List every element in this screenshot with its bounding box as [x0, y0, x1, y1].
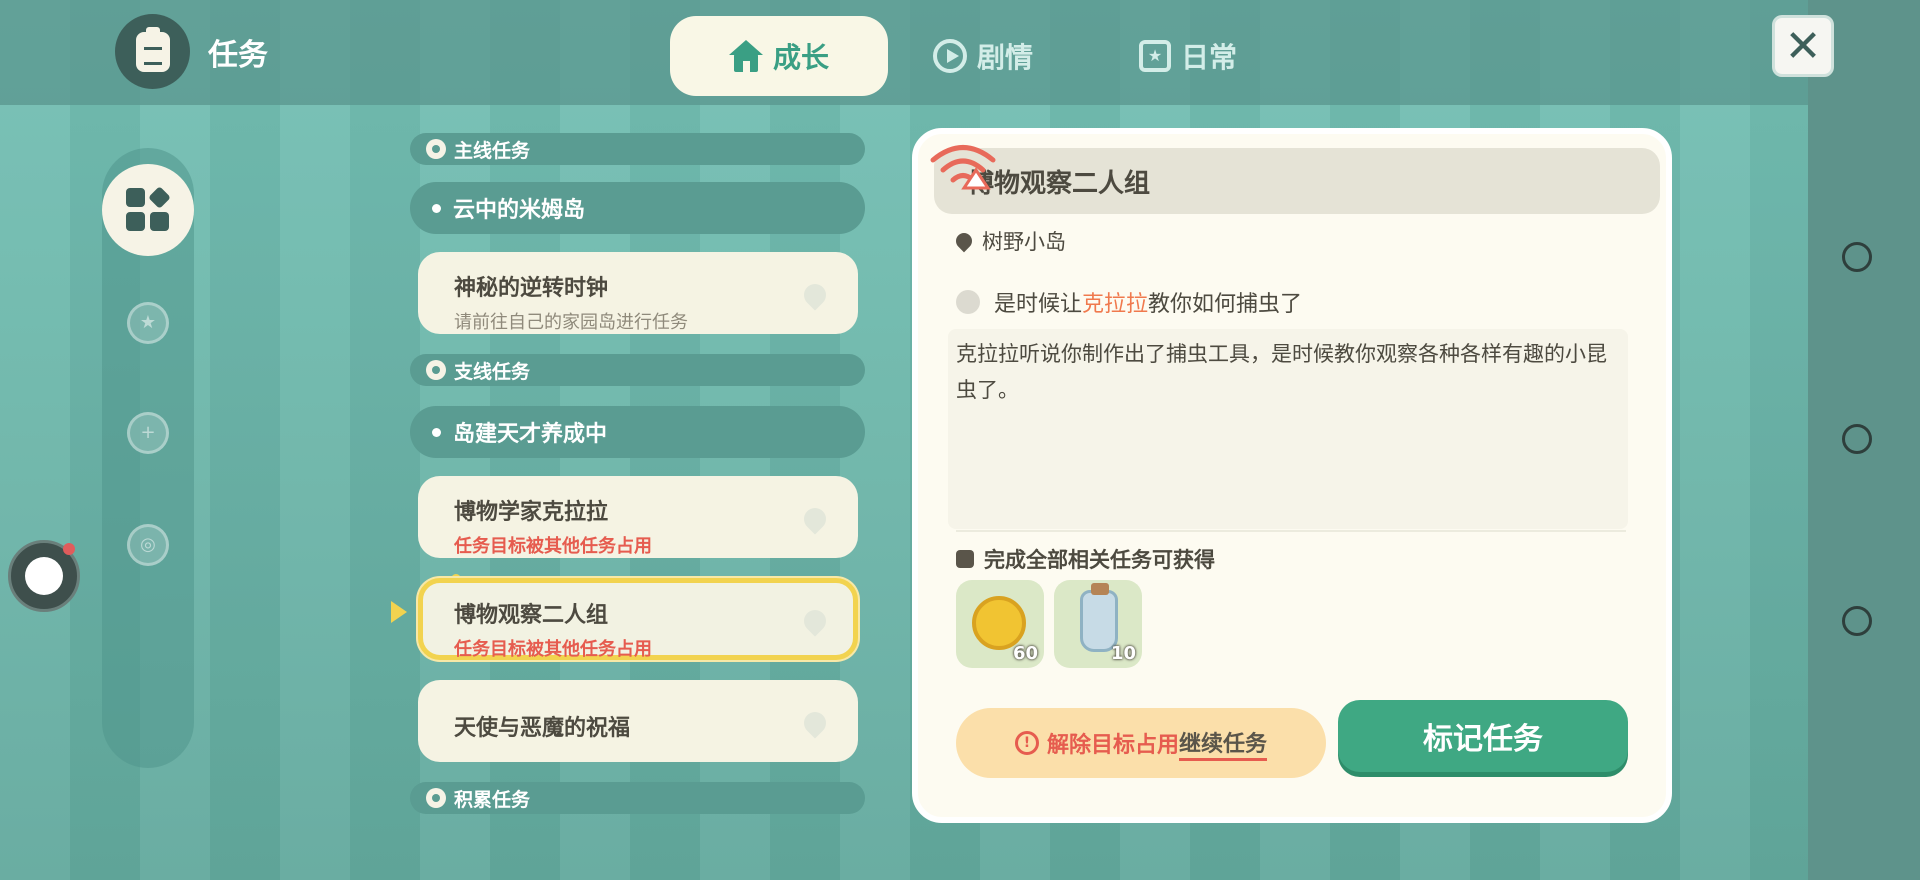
- task-status-warning: 任务目标被其他任务占用: [454, 536, 652, 557]
- release-label: 解除目标占用: [1046, 733, 1179, 758]
- task-objective: 是时候让 克拉拉 教你如何捕虫了: [956, 286, 1302, 318]
- reward-gold-coin[interactable]: 60: [956, 580, 1044, 668]
- creature-icon[interactable]: [1842, 606, 1872, 636]
- gold-coin-icon: [972, 596, 1026, 650]
- page-title: 任务: [208, 38, 268, 73]
- clipboard-icon: [135, 26, 170, 72]
- tab-story-label: 剧情: [976, 41, 1033, 74]
- group-side-island-builder[interactable]: 岛建天才养成中: [410, 406, 865, 458]
- task-detail-panel: 博物观察二人组 树野小岛 是时候让 克拉拉 教你如何捕虫了 克拉拉听说你制作出了捕虫…: [912, 128, 1672, 823]
- reward-heading-label: 完成全部相关任务可获得: [984, 548, 1215, 572]
- close-button[interactable]: ✕: [1772, 15, 1834, 77]
- flower-icon[interactable]: [1842, 424, 1872, 454]
- notification-dot: [63, 543, 75, 555]
- section-accum-label: 积累任务: [454, 788, 531, 811]
- tab-bar: 成长 剧情 ★ 日常: [670, 16, 1298, 96]
- group-main-mim-island[interactable]: 云中的米姆岛: [410, 182, 865, 234]
- divider: [956, 530, 1626, 532]
- tab-daily-label: 日常: [1180, 41, 1237, 74]
- group-label: 岛建天才养成中: [453, 422, 608, 447]
- objective-text-pre: 是时候让: [994, 292, 1083, 317]
- section-side-label: 支线任务: [454, 360, 531, 383]
- target-badge-icon[interactable]: ◎: [127, 524, 169, 566]
- apple-icon[interactable]: [1842, 242, 1872, 272]
- section-accumulation-quests: 积累任务: [410, 782, 865, 814]
- detail-title-bar: 博物观察二人组: [934, 148, 1660, 214]
- task-name: 天使与恶魔的祝福: [454, 716, 631, 741]
- weak-signal-icon: [930, 145, 996, 190]
- star-badge-icon[interactable]: ★: [127, 302, 169, 344]
- task-angel-devil-blessing[interactable]: 天使与恶魔的祝福: [418, 680, 858, 762]
- task-name: 博物观察二人组: [454, 603, 609, 628]
- tab-growth[interactable]: 成长: [670, 16, 888, 96]
- tab-growth-label: 成长: [772, 41, 829, 74]
- section-main-label: 主线任务: [454, 139, 531, 162]
- task-status-warning: 任务目标被其他任务占用: [454, 639, 652, 660]
- task-name: 神秘的逆转时钟: [454, 276, 609, 301]
- task-observation-duo[interactable]: 博物观察二人组 任务目标被其他任务占用: [418, 578, 858, 660]
- objective-text-post: 教你如何捕虫了: [1148, 292, 1303, 317]
- section-side-quests: 支线任务: [410, 354, 865, 386]
- header-clipboard-badge: [115, 14, 190, 89]
- plus-badge-icon[interactable]: +: [127, 412, 169, 454]
- continue-task-link[interactable]: 继续任务: [1179, 726, 1268, 761]
- section-icon: [426, 139, 446, 159]
- release-target-button[interactable]: ! 解除目标占用 继续任务: [956, 708, 1326, 778]
- exclamation-icon: !: [1014, 731, 1039, 755]
- calendar-star-icon: ★: [1138, 40, 1171, 72]
- sidebar-item-all[interactable]: [102, 164, 194, 256]
- reward-qty: 60: [1012, 643, 1038, 664]
- reward-qty: 10: [1110, 643, 1136, 664]
- task-naturalist-clara[interactable]: 博物学家克拉拉 任务目标被其他任务占用: [418, 476, 858, 558]
- mark-task-label: 标记任务: [1423, 722, 1543, 757]
- location-pin-icon: [952, 229, 976, 253]
- reward-heading: 完成全部相关任务可获得: [956, 544, 1215, 574]
- gift-bag-icon: [956, 550, 974, 568]
- group-label: 云中的米姆岛: [453, 198, 586, 223]
- house-icon: [728, 40, 763, 72]
- task-location: 树野小岛: [952, 226, 1066, 256]
- task-description: 克拉拉听说你制作出了捕虫工具，是时候教你观察各种各样有趣的小昆虫了。: [956, 342, 1607, 402]
- section-icon: [426, 788, 446, 808]
- tab-daily[interactable]: ★ 日常: [1078, 16, 1298, 96]
- location-label: 树野小岛: [982, 230, 1066, 254]
- grid-icon: [126, 186, 171, 232]
- reward-bottle[interactable]: 10: [1054, 580, 1142, 668]
- section-main-quests: 主线任务: [410, 133, 865, 165]
- floating-assistant-button[interactable]: [8, 540, 80, 612]
- task-reverse-clock[interactable]: 神秘的逆转时钟 请前往自己的家园岛进行任务: [418, 252, 858, 334]
- objective-npc-name: 克拉拉: [1082, 292, 1149, 317]
- close-icon: ✕: [1784, 20, 1822, 72]
- objective-checkbox: [956, 290, 980, 314]
- task-sub: 请前往自己的家园岛进行任务: [454, 312, 688, 333]
- task-name: 博物学家克拉拉: [454, 500, 609, 525]
- tab-story[interactable]: 剧情: [888, 16, 1078, 96]
- play-circle-icon: [932, 39, 967, 73]
- selection-arrow-icon: [391, 601, 407, 623]
- mark-task-button[interactable]: 标记任务: [1338, 700, 1628, 772]
- section-icon: [426, 360, 446, 380]
